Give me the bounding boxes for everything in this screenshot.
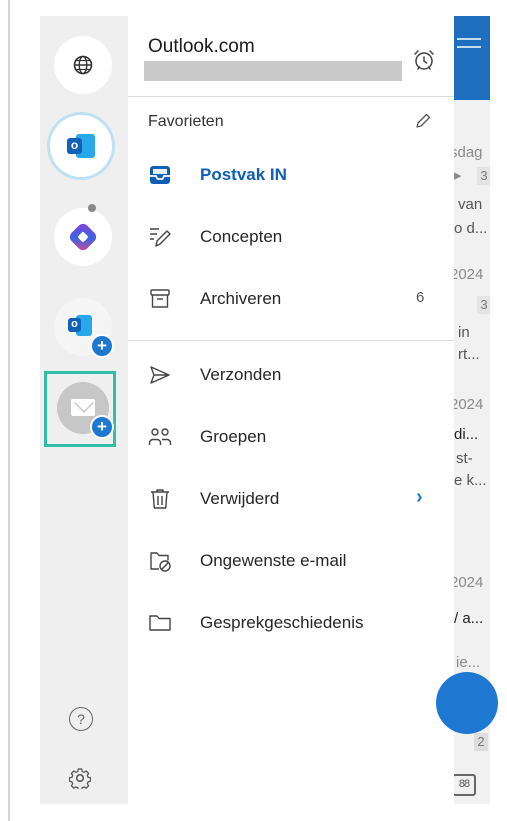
- inbox-icon: [150, 166, 170, 184]
- microsoft-365-button[interactable]: [54, 208, 112, 266]
- bg-line: e k...: [454, 472, 487, 489]
- folder-label: Gesprekgeschiedenis: [200, 613, 364, 632]
- account-title: Outlook.com: [148, 36, 255, 57]
- alarm-clock-icon[interactable]: [412, 48, 436, 77]
- pencil-icon[interactable]: [414, 112, 432, 135]
- divider: [128, 340, 454, 341]
- bg-count: 3: [477, 296, 490, 314]
- bg-line: 2024: [450, 266, 484, 283]
- folder-item-junk[interactable]: Ongewenste e-mail: [128, 538, 454, 584]
- folder-label: Archiveren: [200, 289, 282, 308]
- folder-label: Concepten: [200, 227, 283, 246]
- chevron-right-icon[interactable]: ›: [416, 486, 423, 509]
- folder-icon: [149, 615, 171, 631]
- bg-line: in: [458, 324, 470, 341]
- folder-item-inbox[interactable]: Postvak IN: [128, 152, 454, 198]
- bg-line: 2024: [450, 574, 484, 591]
- bg-line: st-: [456, 450, 473, 467]
- globe-button[interactable]: [54, 36, 112, 94]
- settings-button[interactable]: [68, 767, 92, 794]
- folder-item-drafts[interactable]: Concepten: [128, 214, 454, 260]
- outlook-logo-icon: o: [68, 315, 92, 337]
- page-edge-line: [8, 0, 10, 821]
- envelope-icon: [71, 399, 95, 416]
- account-email-redacted: [144, 61, 402, 81]
- bg-line: / a...: [454, 610, 484, 627]
- globe-icon: [73, 55, 93, 75]
- favorites-label: Favorieten: [148, 113, 224, 130]
- folder-item-archive[interactable]: Archiveren 6: [128, 276, 454, 322]
- folder-label: Verzonden: [200, 365, 282, 384]
- compose-fab-button[interactable]: [436, 672, 498, 734]
- divider: [128, 96, 454, 97]
- add-badge-icon: +: [90, 415, 114, 439]
- groups-icon: [148, 428, 172, 445]
- apps-grid-icon[interactable]: 88: [452, 774, 476, 796]
- bg-count: 3: [477, 167, 490, 185]
- add-mail-account-button[interactable]: +: [57, 382, 114, 439]
- bg-line: sdag: [450, 144, 483, 161]
- folder-label: Ongewenste e-mail: [200, 551, 347, 570]
- archive-icon: [150, 289, 170, 308]
- draft-icon: [150, 228, 171, 247]
- folder-label: Groepen: [200, 427, 267, 446]
- bg-line: rt...: [458, 346, 480, 363]
- account-rail: o o + + ?: [40, 16, 128, 804]
- folder-item-conversation-history[interactable]: Gesprekgeschiedenis: [128, 600, 454, 646]
- bg-line: ie...: [456, 654, 481, 671]
- junk-folder-icon: [150, 552, 171, 572]
- notification-dot: [88, 204, 96, 212]
- add-badge-icon: +: [90, 334, 114, 358]
- send-icon: [150, 366, 170, 384]
- folder-item-groups[interactable]: Groepen: [128, 414, 454, 460]
- folder-panel: Outlook.com Favorieten Postvak IN Concep…: [128, 16, 454, 804]
- add-outlook-account-button[interactable]: o +: [54, 298, 114, 358]
- add-mail-account-highlight: +: [44, 371, 116, 447]
- folder-item-deleted[interactable]: Verwijderd ›: [128, 476, 454, 522]
- folder-label: Verwijderd: [200, 489, 280, 508]
- bg-line: di...: [454, 426, 479, 443]
- bg-line: van: [458, 196, 483, 213]
- folder-item-sent[interactable]: Verzonden: [128, 352, 454, 398]
- outlook-logo-icon: o: [67, 134, 95, 158]
- hamburger-icon[interactable]: [457, 38, 481, 54]
- microsoft-365-icon: [67, 221, 99, 253]
- folder-label: Postvak IN: [200, 165, 287, 184]
- help-button[interactable]: ?: [69, 707, 93, 731]
- trash-icon: [151, 489, 169, 509]
- outlook-account-button[interactable]: o: [50, 115, 112, 177]
- bg-line: ▸: [454, 167, 462, 184]
- folder-count: 6: [416, 289, 425, 306]
- bg-line: 2024: [450, 396, 484, 413]
- bg-line: o d...: [454, 220, 488, 237]
- gear-icon: [68, 768, 92, 791]
- bg-count: 2: [474, 733, 488, 751]
